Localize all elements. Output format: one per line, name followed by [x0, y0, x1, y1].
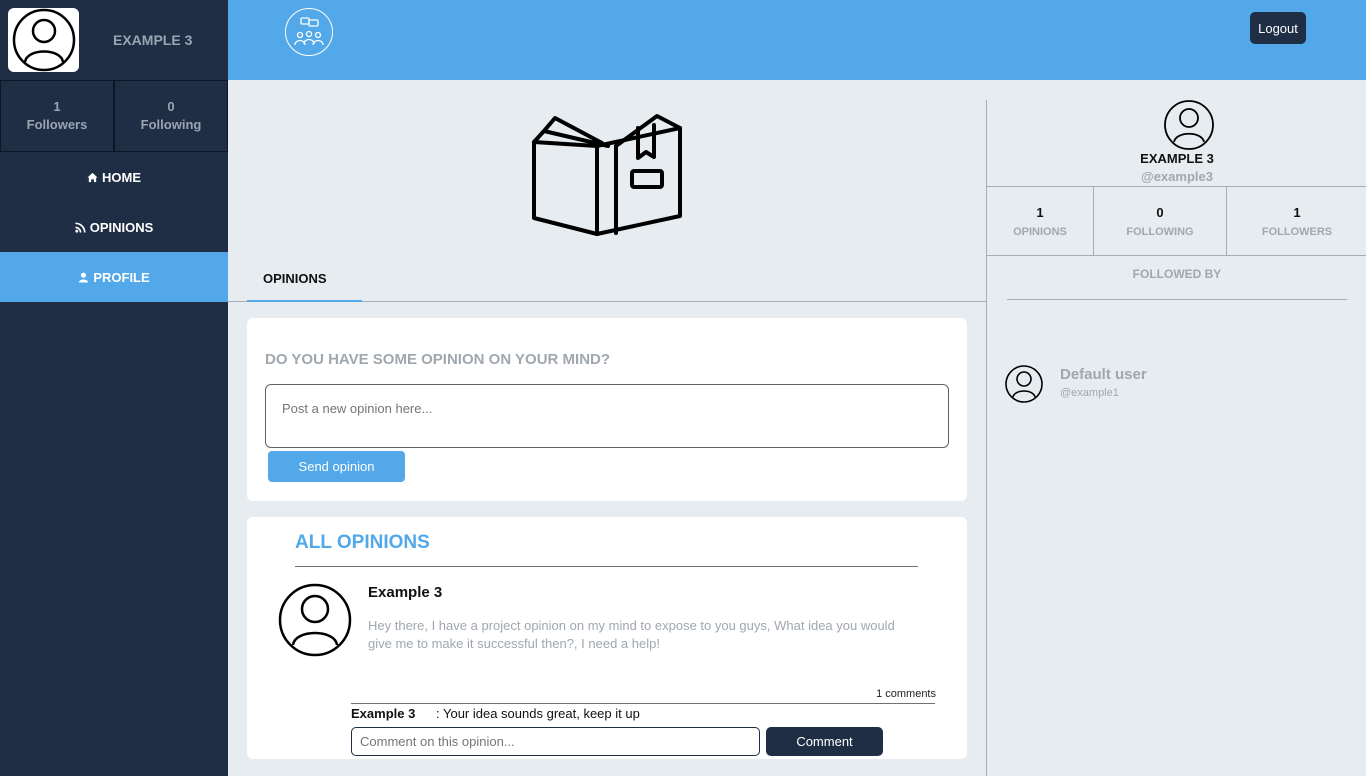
following-label: Following [140, 117, 202, 132]
follower-name: Default user [1060, 366, 1147, 383]
feed-title: ALL OPINIONS [295, 532, 430, 553]
comments-count[interactable]: 1 comments [876, 688, 936, 700]
top-bar: Logout [228, 0, 1366, 80]
app-logo[interactable] [285, 8, 333, 56]
nav-opinions-label: OPINIONS [89, 219, 154, 235]
user-icon [79, 272, 89, 283]
nav-item-profile[interactable]: PROFILE [0, 252, 228, 302]
follower-item[interactable]: Default user @example1 [1005, 365, 1345, 405]
opinions-label: OPINIONS [1013, 225, 1067, 238]
follower-avatar-icon [1005, 365, 1043, 403]
profile-name: EXAMPLE 3 [1140, 151, 1214, 166]
sidebar-stat-following[interactable]: 0 Following [114, 80, 228, 152]
profile-panel: EXAMPLE 3 @example3 1 OPINIONS 0 FOLLOWI… [986, 100, 1366, 776]
user-avatar-icon [12, 8, 75, 72]
following-count: 0 [167, 99, 175, 114]
sidebar-stats: 1 Followers 0 Following [0, 80, 228, 152]
stat-opinions[interactable]: 1 OPINIONS [987, 187, 1094, 255]
followed-by-divider [1007, 299, 1347, 300]
logout-button[interactable]: Logout [1250, 12, 1306, 44]
sidebar-profile: EXAMPLE 3 [0, 0, 228, 80]
panel-following-count: 0 [1156, 204, 1164, 220]
profile-avatar-icon[interactable] [1164, 100, 1214, 150]
sidebar-nav: HOME OPINIONS PROFILE [0, 152, 228, 302]
comment-author[interactable]: Example 3 [351, 706, 436, 721]
stat-following[interactable]: 0 FOLLOWING [1094, 187, 1227, 255]
opinion-composer: DO YOU HAVE SOME OPINION ON YOUR MIND? S… [247, 318, 967, 501]
comment-input[interactable] [351, 727, 760, 756]
composer-heading: DO YOU HAVE SOME OPINION ON YOUR MIND? [265, 351, 611, 368]
opinions-count: 1 [1036, 204, 1044, 220]
profile-handle: @example3 [1141, 169, 1213, 184]
nav-item-home[interactable]: HOME [0, 152, 228, 202]
home-icon [87, 172, 98, 182]
opinion-author[interactable]: Example 3 [368, 584, 442, 601]
main-content: OPINIONS DO YOU HAVE SOME OPINION ON YOU… [228, 80, 986, 776]
tab-bar: OPINIONS [228, 256, 986, 302]
community-chat-icon [294, 17, 324, 46]
stat-followers[interactable]: 1 FOLLOWERS [1227, 187, 1366, 255]
send-opinion-button[interactable]: Send opinion [268, 451, 405, 482]
panel-followers-count: 1 [1293, 204, 1301, 220]
feed-divider [295, 566, 918, 567]
opinion-text: Hey there, I have a project opinion on m… [368, 618, 895, 651]
nav-profile-label: PROFILE [93, 269, 150, 285]
followers-label: Followers [26, 117, 88, 132]
profile-stats: 1 OPINIONS 0 FOLLOWING 1 FOLLOWERS [987, 186, 1366, 256]
followers-count: 1 [53, 99, 61, 114]
panel-following-label: FOLLOWING [1126, 225, 1194, 238]
follower-handle: @example1 [1060, 387, 1119, 399]
tab-opinions[interactable]: OPINIONS [247, 256, 362, 302]
opinion-author-avatar-icon[interactable] [278, 583, 352, 657]
comments-divider [351, 703, 935, 704]
sidebar-user-name: EXAMPLE 3 [113, 32, 193, 48]
comment-item: Example 3: Your idea sounds great, keep … [351, 706, 640, 721]
opinions-feed: ALL OPINIONS Example 3 Hey there, I have… [247, 517, 967, 759]
comment-button[interactable]: Comment [766, 727, 883, 756]
nav-item-opinions[interactable]: OPINIONS [0, 202, 228, 252]
panel-followers-label: FOLLOWERS [1261, 225, 1333, 238]
followed-by-heading: FOLLOWED BY [1132, 267, 1222, 281]
comment-text: : Your idea sounds great, keep it up [436, 706, 640, 721]
nav-home-label: HOME [102, 169, 141, 185]
sidebar-stat-followers[interactable]: 1 Followers [0, 80, 114, 152]
sidebar-avatar[interactable] [8, 8, 79, 72]
rss-icon [75, 221, 86, 233]
sidebar: EXAMPLE 3 1 Followers 0 Following HOME O… [0, 0, 228, 776]
open-book-icon [532, 114, 682, 236]
opinion-input[interactable] [265, 384, 949, 448]
